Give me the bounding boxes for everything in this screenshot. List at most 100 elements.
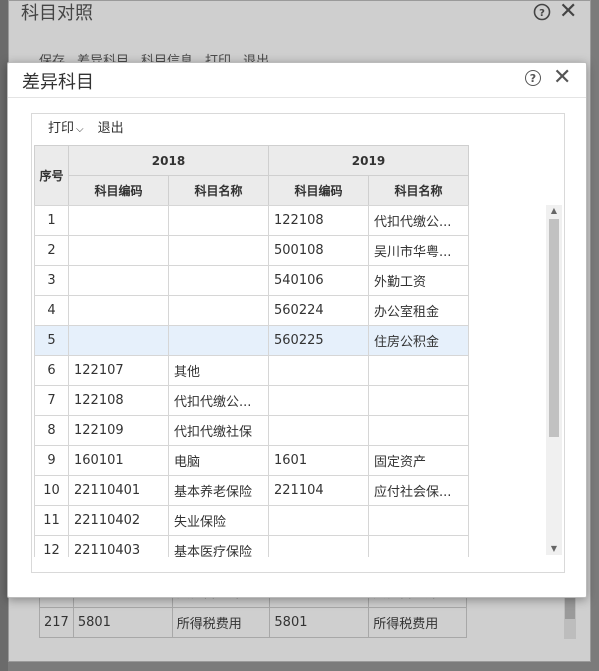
help-icon[interactable]: ? [533, 3, 551, 21]
table-row[interactable]: 3 540106 外勤工资 [34, 265, 469, 296]
table-row[interactable]: 217 5801 所得税费用 5801 所得税费用 [39, 606, 467, 638]
cell-name19: 外勤工资 [368, 265, 469, 296]
name-header-2018: 科目名称 [168, 175, 269, 206]
cell-seq: 1 [34, 205, 69, 236]
cell-name18 [168, 325, 269, 356]
cell-name18 [168, 205, 269, 236]
cell-code19: 1601 [268, 445, 369, 476]
cell-name19: 应付社会保... [368, 475, 469, 506]
table-row[interactable]: 10 22110401 基本养老保险 221104 应付社会保... [34, 475, 469, 506]
cell-code19: 560224 [268, 295, 369, 326]
cell-seq: 2 [34, 235, 69, 266]
cell-name19: 固定资产 [368, 445, 469, 476]
cell-name19 [368, 505, 469, 536]
cell-code19: 122108 [268, 205, 369, 236]
cell-code19 [268, 385, 369, 416]
cell-name19: 住房公积金 [368, 325, 469, 356]
print-menu-button[interactable]: 打印 ⌵ [48, 120, 84, 139]
cell-name18 [168, 295, 269, 326]
table-row[interactable]: 7 122108 代扣代缴公... [34, 385, 469, 416]
cell-name18: 基本医疗保险 [168, 535, 269, 557]
cell-seq: 9 [34, 445, 69, 476]
vertical-scrollbar[interactable]: ▲ ▼ [546, 205, 562, 555]
cell-code18: 22110403 [68, 535, 169, 557]
cell-code18 [68, 265, 169, 296]
dialog-toolbar: 打印 ⌵ 退出 [48, 120, 124, 139]
cell-code18 [68, 325, 169, 356]
dialog-panel: 打印⌵ 退出 序号 2018 2019 科目编码 科目名称 科目编码 科目名称 [31, 113, 565, 573]
cell-name18 [168, 235, 269, 266]
cell-name19 [368, 385, 469, 416]
diff-subjects-dialog: 差异科目 ? ✕ 打印 ⌵ 退出 序号 2018 2019 科目编码 科目名称 科… [7, 62, 587, 598]
table-row[interactable]: 8 122109 代扣代缴社保 [34, 415, 469, 446]
scroll-up-icon[interactable]: ▲ [546, 205, 562, 217]
table-row[interactable]: 6 122107 其他 [34, 355, 469, 386]
chevron-down-icon: ⌵ [76, 124, 84, 135]
scroll-down-icon[interactable]: ▼ [546, 543, 562, 555]
cell-code18: 160101 [68, 445, 169, 476]
scrollbar-thumb[interactable] [549, 219, 559, 437]
grid-header: 序号 2018 2019 科目编码 科目名称 科目编码 科目名称 [34, 145, 469, 206]
table-row[interactable]: 4 560224 办公室租金 [34, 295, 469, 326]
cell-name18: 基本养老保险 [168, 475, 269, 506]
cell-code18: 122109 [68, 415, 169, 446]
cell-seq: 3 [34, 265, 69, 296]
cell-seq: 7 [34, 385, 69, 416]
cell-code18 [68, 205, 169, 236]
cell-seq: 10 [34, 475, 69, 506]
name-header-2019: 科目名称 [368, 175, 469, 206]
table-row[interactable]: 12 22110403 基本医疗保险 [34, 535, 469, 557]
cell-name18: 电脑 [168, 445, 269, 476]
cell-seq: 8 [34, 415, 69, 446]
cell-name19 [368, 535, 469, 557]
exit-button[interactable]: 退出 [98, 120, 124, 139]
cell-name18: 代扣代缴社保 [168, 415, 269, 446]
cell-code18 [68, 235, 169, 266]
dialog-header: 差异科目 ? ✕ [8, 63, 586, 98]
close-icon[interactable]: ✕ [553, 65, 571, 91]
help-icon[interactable]: ? [525, 70, 541, 86]
cell-name19: 吴川市华粤... [368, 235, 469, 266]
cell-code19: 221104 [268, 475, 369, 506]
cell-code19: 500108 [268, 235, 369, 266]
cell-seq: 5 [34, 325, 69, 356]
cell-name18 [168, 265, 269, 296]
background-window-title: 科目对照 [21, 3, 93, 24]
cell-name19 [368, 355, 469, 386]
diff-subjects-grid: 序号 2018 2019 科目编码 科目名称 科目编码 科目名称 1 122108… [34, 145, 562, 557]
cell-seq: 11 [34, 505, 69, 536]
cell-code19 [268, 535, 369, 557]
dialog-title: 差异科目 [22, 72, 94, 93]
table-row[interactable]: 5 560225 住房公积金 [34, 325, 469, 356]
cell-seq: 6 [34, 355, 69, 386]
cell-code18: 122107 [68, 355, 169, 386]
table-row[interactable]: 11 22110402 失业保险 [34, 505, 469, 536]
cell-code18: 122108 [68, 385, 169, 416]
table-row[interactable]: 9 160101 电脑 1601 固定资产 [34, 445, 469, 476]
seq-header: 序号 [34, 145, 69, 206]
grid-body: 1 122108 代扣代缴公... 2 500108 吴川市华粤... 3 540106 外勤工… [34, 205, 469, 557]
cell-code19 [268, 355, 369, 386]
code-header-2018: 科目编码 [68, 175, 169, 206]
cell-code18 [68, 295, 169, 326]
cell-name18: 失业保险 [168, 505, 269, 536]
cell-code19: 540106 [268, 265, 369, 296]
code-header-2019: 科目编码 [268, 175, 369, 206]
cell-name18: 代扣代缴公... [168, 385, 269, 416]
cell-seq: 4 [34, 295, 69, 326]
cell-seq: 12 [34, 535, 69, 557]
cell-code19 [268, 415, 369, 446]
cell-code18: 22110402 [68, 505, 169, 536]
year-2019-header: 2019 [268, 145, 469, 176]
cell-name19 [368, 415, 469, 446]
cell-name19: 代扣代缴公... [368, 205, 469, 236]
svg-text:?: ? [539, 8, 545, 19]
cell-code19 [268, 505, 369, 536]
table-row[interactable]: 1 122108 代扣代缴公... [34, 205, 469, 236]
cell-name19: 办公室租金 [368, 295, 469, 326]
year-2018-header: 2018 [68, 145, 269, 176]
table-row[interactable]: 2 500108 吴川市华粤... [34, 235, 469, 266]
cell-code19: 560225 [268, 325, 369, 356]
cell-name18: 其他 [168, 355, 269, 386]
close-icon[interactable]: ✕ [559, 0, 577, 24]
